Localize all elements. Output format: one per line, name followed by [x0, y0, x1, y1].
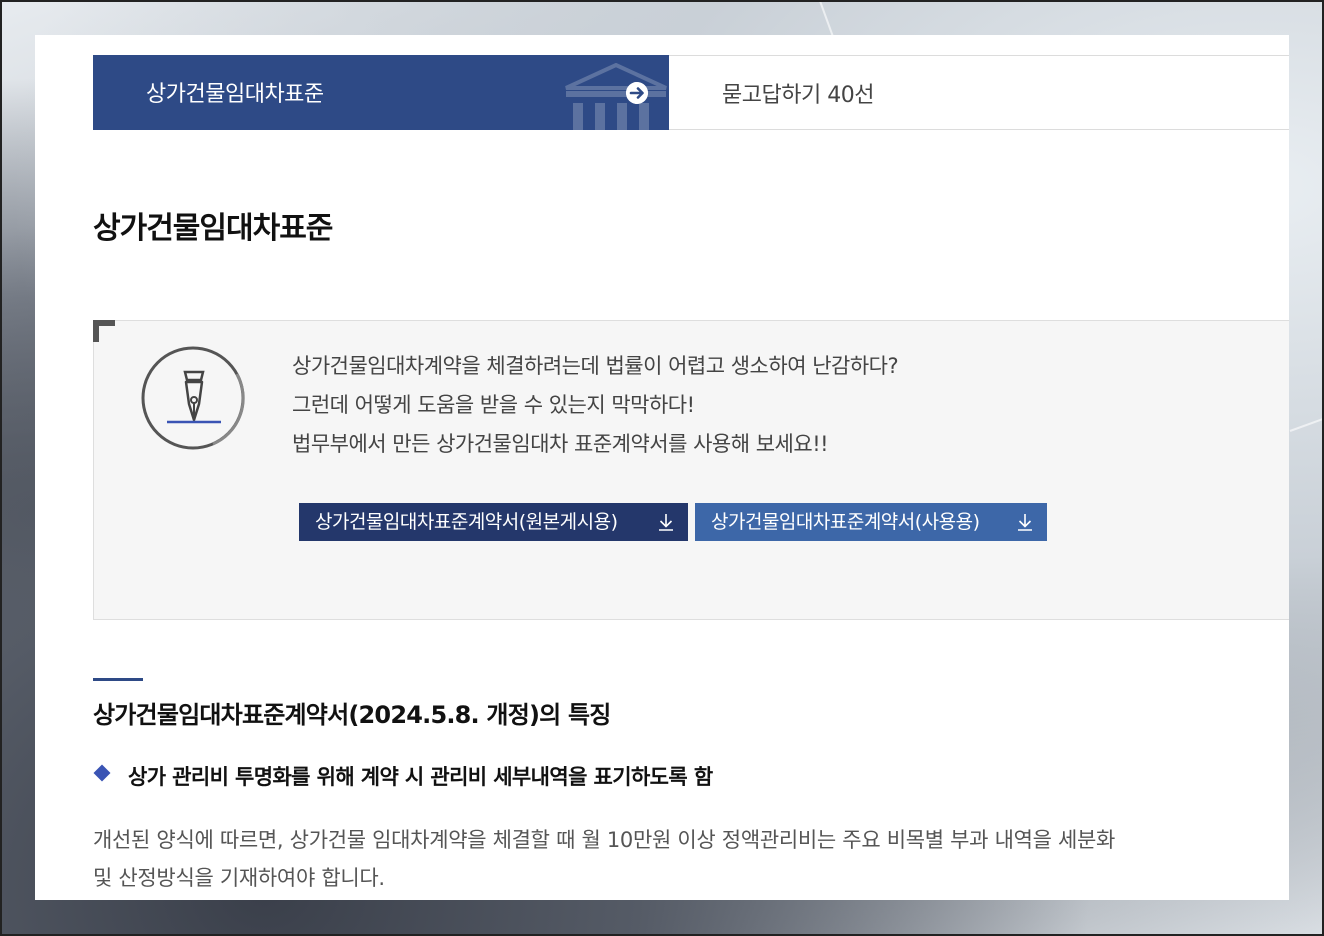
diamond-bullet-icon [93, 764, 111, 782]
page-title: 상가건물임대차표준 [93, 211, 333, 246]
button-label: 상가건물임대차표준계약서(사용용) [711, 511, 980, 533]
background-edge [1289, 416, 1324, 432]
body-line: 및 산정방식을 기재하여야 합니다. [93, 866, 385, 890]
tab-lease-standard[interactable]: 상가건물임대차표준 [93, 55, 669, 130]
body-line: 개선된 양식에 따르면, 상가건물 임대차계약을 체결할 때 월 10만원 이상… [93, 828, 1116, 852]
download-icon [659, 514, 673, 531]
info-line: 법무부에서 만든 상가건물임대차 표준계약서를 사용해 보세요!! [292, 432, 829, 456]
download-original-button[interactable]: 상가건물임대차표준계약서(원본게시용) [299, 503, 688, 541]
tab-qna-40[interactable]: 묻고답하기 40선 [669, 55, 1246, 130]
tab-bar: 상가건물임대차표준 묻고답하기 40선 [93, 55, 1289, 130]
info-line: 그런데 어떻게 도움을 받을 수 있는지 막막하다! [292, 393, 695, 417]
fountain-pen-icon [141, 346, 245, 450]
section-title: 상가건물임대차표준계약서(2024.5.8. 개정)의 특징 [93, 701, 611, 729]
download-usage-button[interactable]: 상가건물임대차표준계약서(사용용) [695, 503, 1047, 541]
info-line: 상가건물임대차계약을 체결하려는데 법률이 어렵고 생소하여 난감하다? [292, 354, 899, 378]
feature-description: 개선된 양식에 따르면, 상가건물 임대차계약을 체결할 때 월 10만원 이상… [93, 821, 1289, 897]
tab-label: 상가건물임대차표준 [146, 82, 324, 107]
section-accent-bar [93, 678, 143, 681]
arrow-right-circle-icon [626, 82, 648, 104]
building-icon [565, 63, 667, 130]
tab-label: 묻고답하기 40선 [722, 83, 874, 108]
download-icon [1018, 514, 1032, 531]
info-box: 상가건물임대차계약을 체결하려는데 법률이 어렵고 생소하여 난감하다? 그런데… [93, 320, 1289, 620]
button-label: 상가건물임대차표준계약서(원본게시용) [315, 511, 618, 533]
content-panel: 상가건물임대차표준 묻고답하기 40선 상가건물임대차표준 상가건물임대차계약을… [35, 35, 1289, 900]
tab-bar-remainder [1245, 55, 1289, 130]
corner-decoration [93, 320, 115, 342]
feature-heading: 상가 관리비 투명화를 위해 계약 시 관리비 세부내역을 표기하도록 함 [128, 765, 713, 789]
info-description: 상가건물임대차계약을 체결하려는데 법률이 어렵고 생소하여 난감하다? 그런데… [292, 347, 899, 464]
